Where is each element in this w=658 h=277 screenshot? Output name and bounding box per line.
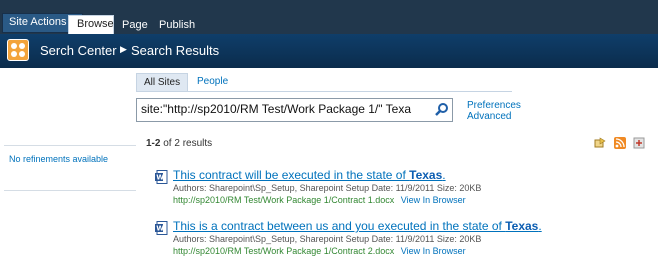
result-title-end: . <box>538 219 542 233</box>
tab-page[interactable]: Page <box>114 17 156 34</box>
result-meta: Authors: Sharepoint\Sp_Setup, Sharepoint… <box>173 183 482 193</box>
result-meta: Authors: Sharepoint\Sp_Setup, Sharepoint… <box>173 234 482 244</box>
svg-text:W: W <box>156 174 164 182</box>
results-of-text: of 2 results <box>163 138 213 149</box>
site-actions-label: Site Actions <box>9 16 67 28</box>
view-in-browser-link[interactable]: View In Browser <box>401 246 466 256</box>
result-title-hit: Texas <box>409 168 443 182</box>
preferences-link[interactable]: Preferences <box>467 100 521 111</box>
site-logo-icon[interactable] <box>7 39 29 61</box>
ribbon: Site Actions▼ Browse Page Publish <box>0 0 658 34</box>
results-count: 1-2 of 2 results <box>146 138 212 149</box>
word-doc-icon: W <box>155 170 168 184</box>
results-range: 1-2 <box>146 138 161 149</box>
alert-icon[interactable] <box>594 137 606 149</box>
breadcrumb-arrow-icon: ▶ <box>120 44 127 54</box>
result-title-text: This is a contract between us and you ex… <box>173 219 506 233</box>
scope-tab-all-sites[interactable]: All Sites <box>136 73 189 91</box>
advanced-link[interactable]: Advanced <box>467 111 521 122</box>
result-url: http://sp2010/RM Test/Work Package 1/Con… <box>173 195 395 205</box>
result-title-link[interactable]: This contract will be executed in the st… <box>173 168 446 182</box>
word-doc-icon: W <box>155 221 168 235</box>
view-in-browser-link[interactable]: View In Browser <box>401 195 466 205</box>
no-refinements-text: No refinements available <box>9 154 109 164</box>
search-icon[interactable] <box>434 102 450 118</box>
refinement-panel: No refinements available <box>4 145 136 191</box>
svg-text:W: W <box>156 225 164 233</box>
tab-publish[interactable]: Publish <box>151 17 203 34</box>
result-url: http://sp2010/RM Test/Work Package 1/Con… <box>173 246 395 256</box>
result-url-line: http://sp2010/RM Test/Work Package 1/Con… <box>173 195 466 205</box>
tab-browse[interactable]: Browse <box>68 15 114 34</box>
scope-tab-people[interactable]: People <box>190 73 235 91</box>
search-links: Preferences Advanced <box>467 100 521 122</box>
breadcrumb-page: Search Results <box>131 43 220 58</box>
scope-divider <box>136 91 512 92</box>
more-icon[interactable] <box>633 137 645 149</box>
breadcrumb-site[interactable]: Serch Center <box>40 43 117 58</box>
result-title-hit: Texas <box>505 219 539 233</box>
result-title-text: This contract will be executed in the st… <box>173 168 410 182</box>
rss-icon[interactable] <box>614 137 626 149</box>
result-url-line: http://sp2010/RM Test/Work Package 1/Con… <box>173 246 466 256</box>
title-bar: Serch Center ▶ Search Results <box>0 34 658 68</box>
search-box: site:"http://sp2010/RM Test/Work Package… <box>136 98 453 122</box>
result-title-link[interactable]: This is a contract between us and you ex… <box>173 219 542 233</box>
result-title-end: . <box>442 168 446 182</box>
search-input[interactable]: site:"http://sp2010/RM Test/Work Package… <box>141 102 434 119</box>
